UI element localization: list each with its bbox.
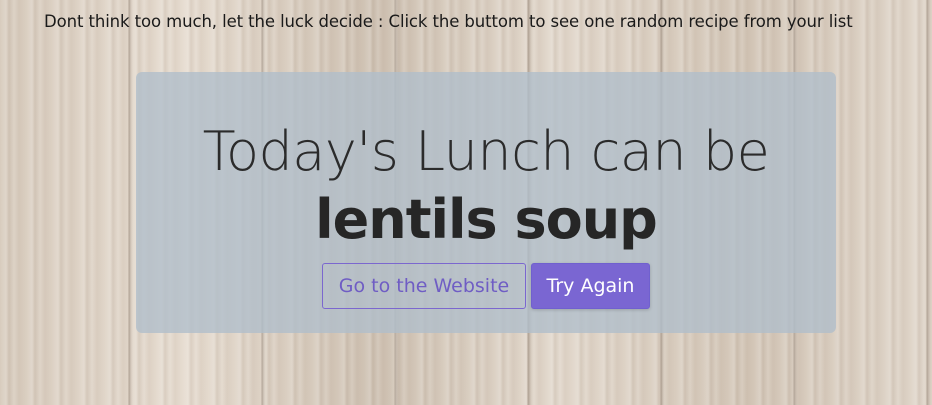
- go-to-website-button[interactable]: Go to the Website: [322, 263, 526, 309]
- button-row: Go to the Website Try Again: [322, 263, 650, 309]
- instruction-text: Dont think too much, let the luck decide…: [44, 12, 853, 31]
- recipe-name: lentils soup: [315, 188, 658, 251]
- headline: Today's Lunch can be: [202, 120, 770, 183]
- recipe-card: Today's Lunch can be lentils soup Go to …: [136, 72, 836, 333]
- try-again-button[interactable]: Try Again: [531, 263, 650, 309]
